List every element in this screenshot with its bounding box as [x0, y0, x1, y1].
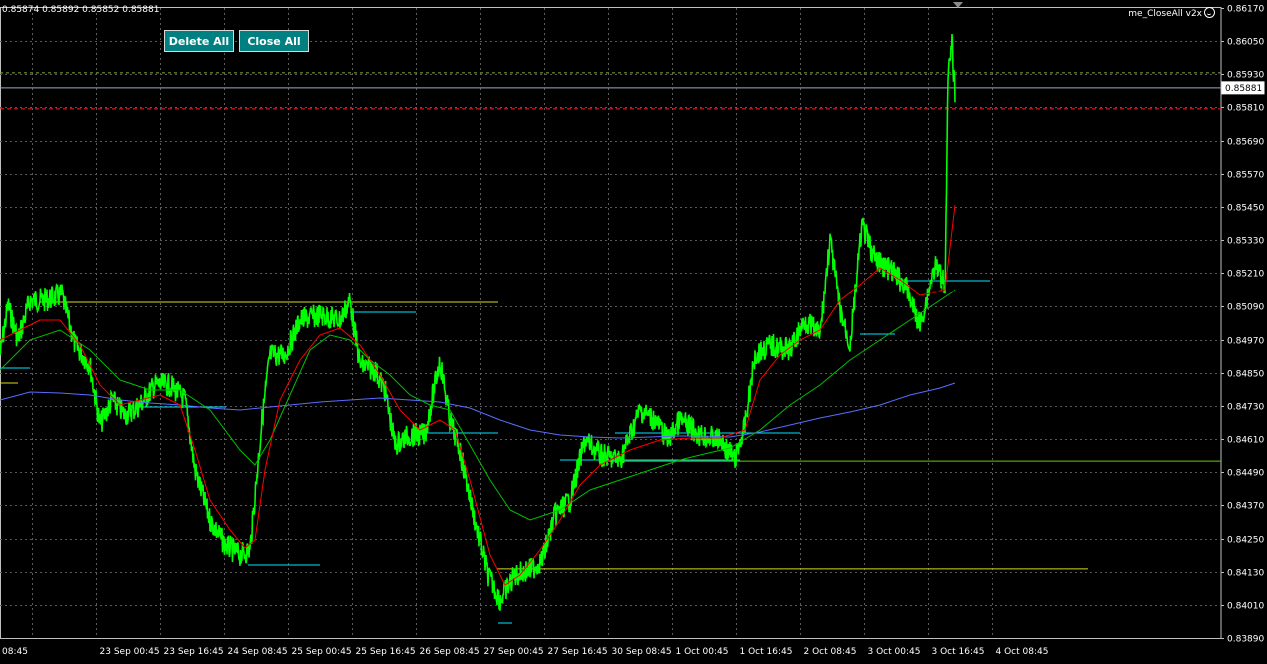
price-label: 0.85210	[1227, 270, 1264, 280]
weekly-level-label: [0] Weekly 0.84140	[924, 572, 1022, 583]
price-chart[interactable]: 0.86170 0.86050 0.85930 0.85810 0.85690 0.855…	[0, 0, 1267, 664]
time-label: 2 Oct 08:45	[804, 647, 857, 657]
price-label: 0.84970	[1227, 337, 1264, 347]
price-label: 0.84010	[1227, 602, 1264, 612]
price-label: 0.84730	[1227, 403, 1264, 413]
time-label: 1 Oct 00:45	[676, 647, 729, 657]
price-label: 0.85450	[1227, 204, 1264, 214]
price-label: 0.83890	[1227, 635, 1264, 645]
price-label: 0.86050	[1227, 38, 1264, 48]
price-label: 0.85690	[1227, 138, 1264, 148]
chart-grid	[0, 7, 1222, 639]
price-series	[0, 33, 956, 611]
price-label: 0.84130	[1227, 569, 1264, 579]
price-label: 0.84850	[1227, 370, 1264, 380]
price-label: 0.85090	[1227, 303, 1264, 313]
price-label: 0.86170	[1227, 5, 1264, 15]
time-label: 24 Sep 08:45	[228, 647, 288, 657]
price-label: 0.84490	[1227, 469, 1264, 479]
price-label: 0.84250	[1227, 536, 1264, 546]
scroll-marker-icon[interactable]	[953, 2, 963, 8]
time-axis: 08:45 23 Sep 00:45 23 Sep 16:45 24 Sep 08:4…	[2, 647, 1048, 657]
time-label: 08:45	[2, 647, 28, 657]
smiley-icon[interactable]	[1204, 7, 1215, 18]
time-label: 26 Sep 08:45	[420, 647, 480, 657]
chart-series	[0, 33, 956, 611]
price-label: 0.85330	[1227, 237, 1264, 247]
plot-frame	[0, 7, 1222, 639]
ohlc-readout: 0.85874 0.85892 0.85852 0.85881	[2, 5, 160, 15]
close-all-button[interactable]: Close All	[239, 30, 309, 52]
time-label: 1 Oct 16:45	[740, 647, 793, 657]
time-label: 30 Sep 08:45	[612, 647, 672, 657]
monthly-level-label: [0] Monthly 0.84530	[924, 464, 1026, 475]
time-label: 25 Sep 00:45	[292, 647, 352, 657]
indicator-label: me_CloseAll v2x	[1128, 7, 1215, 19]
time-label: 27 Sep 00:45	[484, 647, 544, 657]
time-label: 23 Sep 00:45	[100, 647, 160, 657]
ma-slow-line	[0, 382, 956, 439]
price-label: 0.85810	[1227, 104, 1264, 114]
daily-level-label: [0] Daily 0.85182	[930, 284, 1017, 295]
price-label: 0.85930	[1227, 71, 1264, 81]
delete-all-button[interactable]: Delete All	[164, 30, 234, 52]
level-lines	[0, 72, 1221, 624]
time-label: 25 Sep 16:45	[356, 647, 416, 657]
time-label: 23 Sep 16:45	[164, 647, 224, 657]
price-label: 0.85570	[1227, 171, 1264, 181]
time-label: 4 Oct 08:45	[996, 647, 1049, 657]
time-label: 3 Oct 00:45	[868, 647, 921, 657]
time-label: 27 Sep 16:45	[548, 647, 608, 657]
price-label: 0.84370	[1227, 502, 1264, 512]
price-axis: 0.86170 0.86050 0.85930 0.85810 0.85690 0.855…	[1221, 5, 1265, 645]
price-label: 0.84610	[1227, 436, 1264, 446]
current-price-label: 0.85881	[1225, 84, 1262, 94]
time-label: 3 Oct 16:45	[932, 647, 985, 657]
indicator-name: me_CloseAll v2x	[1128, 9, 1202, 19]
